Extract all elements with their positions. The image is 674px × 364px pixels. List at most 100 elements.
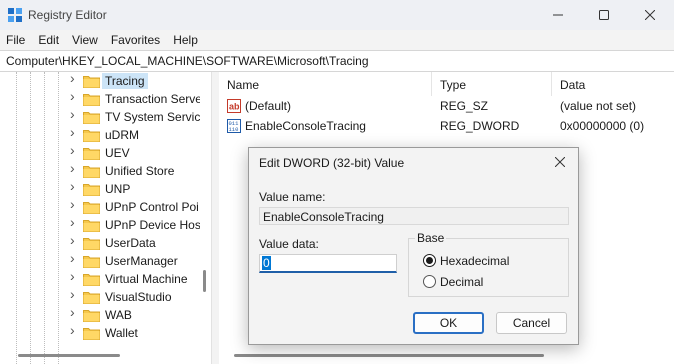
tree-node[interactable]: › VisualStudio: [0, 287, 200, 306]
value-row-default[interactable]: ab (Default) REG_SZ (value not set): [219, 96, 674, 116]
menu-view[interactable]: View: [72, 33, 98, 47]
value-data: 0x00000000 (0): [560, 119, 645, 133]
tree-node-label: Transaction Serve: [105, 92, 200, 106]
menu-file[interactable]: File: [6, 33, 25, 47]
tree-node[interactable]: › UNP: [0, 179, 200, 198]
tree-node[interactable]: › UserData: [0, 233, 200, 252]
decimal-label[interactable]: Decimal: [440, 275, 483, 289]
chevron-right-icon[interactable]: ›: [70, 233, 80, 247]
value-data: (value not set): [560, 99, 637, 113]
cancel-button[interactable]: Cancel: [496, 312, 567, 334]
value-data-label: Value data:: [259, 237, 319, 251]
value-data-text: 0: [262, 256, 271, 270]
column-header-type[interactable]: Type: [432, 72, 552, 96]
value-data-input[interactable]: 0: [259, 254, 397, 273]
value-name-label: Value name:: [259, 190, 326, 204]
chevron-right-icon[interactable]: ›: [70, 323, 80, 337]
tree-node[interactable]: › UPnP Control Poi: [0, 197, 200, 216]
column-header-data[interactable]: Data: [552, 72, 674, 96]
dialog-close-button[interactable]: [543, 149, 577, 175]
folder-icon: [83, 201, 100, 214]
menu-help[interactable]: Help: [173, 33, 198, 47]
hexadecimal-radio[interactable]: [423, 254, 436, 267]
folder-icon: [83, 291, 100, 304]
menu-edit[interactable]: Edit: [38, 33, 59, 47]
tree-node-label: UPnP Control Poi: [105, 200, 199, 214]
chevron-right-icon[interactable]: ›: [70, 251, 80, 265]
tree-node[interactable]: › UEV: [0, 143, 200, 162]
chevron-right-icon[interactable]: ›: [70, 305, 80, 319]
tree-node[interactable]: › UserManager: [0, 251, 200, 270]
folder-icon: [83, 129, 100, 142]
tree-vertical-scrollbar[interactable]: [203, 270, 206, 292]
folder-icon: [83, 111, 100, 124]
value-name-field: EnableConsoleTracing: [259, 207, 569, 225]
folder-icon: [83, 75, 100, 88]
chevron-right-icon[interactable]: ›: [70, 215, 80, 229]
folder-icon: [83, 309, 100, 322]
address-bar[interactable]: Computer\HKEY_LOCAL_MACHINE\SOFTWARE\Mic…: [0, 50, 674, 72]
tree-node[interactable]: › TV System Service: [0, 107, 200, 126]
folder-icon: [83, 93, 100, 106]
tree-node[interactable]: › Wallet: [0, 323, 200, 342]
menu-bar: File Edit View Favorites Help: [0, 30, 674, 50]
chevron-right-icon[interactable]: ›: [70, 197, 80, 211]
menu-favorites[interactable]: Favorites: [111, 33, 160, 47]
window-title: Registry Editor: [28, 8, 107, 22]
svg-text:ab: ab: [229, 102, 240, 112]
tree-node[interactable]: › UPnP Device Hos: [0, 215, 200, 234]
tree-node[interactable]: › WAB: [0, 305, 200, 324]
value-row-enableconsoletracing[interactable]: 011 110 EnableConsoleTracing REG_DWORD 0…: [219, 116, 674, 136]
maximize-icon: [599, 10, 609, 20]
tree-horizontal-scrollbar[interactable]: [18, 354, 120, 357]
string-value-icon: ab: [227, 99, 241, 113]
tree-node[interactable]: › Unified Store: [0, 161, 200, 180]
tree-node-label: Virtual Machine: [105, 272, 188, 286]
tree-node-label: UserManager: [105, 254, 178, 268]
svg-text:110: 110: [229, 126, 239, 133]
edit-dword-dialog: Edit DWORD (32-bit) Value Value name: En…: [248, 147, 579, 345]
chevron-right-icon[interactable]: ›: [70, 71, 80, 85]
chevron-right-icon[interactable]: ›: [70, 179, 80, 193]
maximize-button[interactable]: [581, 0, 627, 30]
tree-node-label: UPnP Device Hos: [105, 218, 200, 232]
tree-node[interactable]: › Virtual Machine: [0, 269, 200, 288]
tree-node[interactable]: › uDRM: [0, 125, 200, 144]
folder-icon: [83, 273, 100, 286]
values-horizontal-scrollbar[interactable]: [234, 354, 544, 357]
folder-icon: [83, 183, 100, 196]
tree-node-label: WAB: [105, 308, 132, 322]
registry-tree[interactable]: › Tracing › Transaction Serve › TV System Ser…: [0, 71, 212, 364]
dialog-title: Edit DWORD (32-bit) Value: [259, 156, 405, 170]
registry-editor-icon: [8, 8, 22, 22]
value-type: REG_DWORD: [440, 119, 520, 133]
folder-icon: [83, 255, 100, 268]
ok-button[interactable]: OK: [413, 312, 484, 334]
hexadecimal-label[interactable]: Hexadecimal: [440, 254, 509, 268]
chevron-right-icon[interactable]: ›: [70, 287, 80, 301]
decimal-radio[interactable]: [423, 275, 436, 288]
column-header-name[interactable]: Name: [219, 72, 432, 96]
tree-node-label: Unified Store: [105, 164, 175, 178]
folder-icon: [83, 237, 100, 250]
minimize-button[interactable]: [535, 0, 581, 30]
tree-node-label: uDRM: [105, 128, 140, 142]
chevron-right-icon[interactable]: ›: [70, 125, 80, 139]
chevron-right-icon[interactable]: ›: [70, 269, 80, 283]
chevron-right-icon[interactable]: ›: [70, 161, 80, 175]
tree-node-label: Tracing: [102, 73, 148, 89]
base-group: Base Hexadecimal Decimal: [408, 231, 569, 297]
base-group-label: Base: [415, 231, 447, 245]
tree-node[interactable]: › Tracing: [0, 71, 200, 90]
chevron-right-icon[interactable]: ›: [70, 107, 80, 121]
minimize-icon: [553, 14, 563, 16]
tree-node-label: UserData: [105, 236, 156, 250]
tree-node-label: TV System Service: [105, 110, 200, 124]
chevron-right-icon[interactable]: ›: [70, 143, 80, 157]
close-button[interactable]: [627, 0, 673, 30]
close-icon: [645, 10, 655, 20]
chevron-right-icon[interactable]: ›: [70, 89, 80, 103]
tree-node[interactable]: › Transaction Serve: [0, 89, 200, 108]
folder-icon: [83, 327, 100, 340]
folder-icon: [83, 165, 100, 178]
